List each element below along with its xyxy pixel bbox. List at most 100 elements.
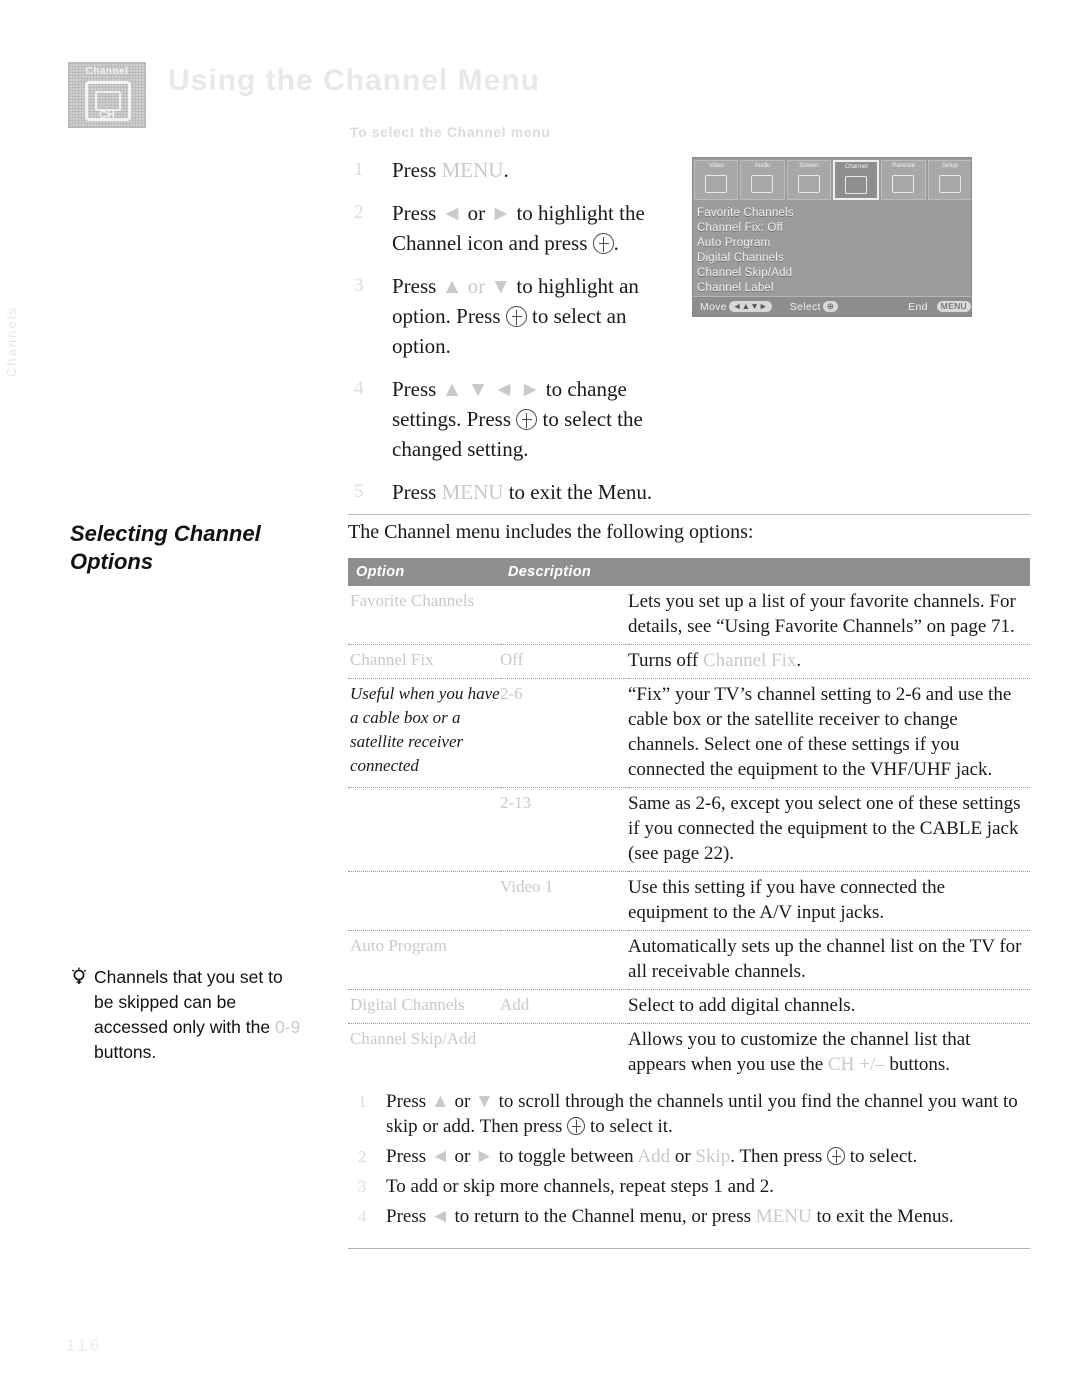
faded-button-label: MENU: [441, 480, 504, 504]
tv-select-key-icon: ⊕: [822, 301, 839, 312]
substep-list: 1 Press ▲ or ▼ to scroll through the chan…: [348, 1082, 1030, 1239]
tv-menu-item: Auto Program: [697, 237, 771, 249]
option-label: Favorite Channels: [350, 591, 475, 610]
faded-button-label: Add: [637, 1146, 671, 1167]
table-cell-description: Allows you to customize the channel list…: [628, 1023, 1031, 1082]
table-cell-description: Same as 2-6, except you select one of th…: [628, 787, 1031, 872]
tip-note-text: Channels that you set to be skipped can …: [94, 967, 301, 1062]
tip-note: Channels that you set to be skipped can …: [70, 965, 306, 1065]
step-number: 3: [354, 275, 364, 296]
tv-menu-icon-label: Parental: [892, 162, 915, 169]
table-row: Video 1 Use this setting if you have conn…: [348, 871, 1031, 931]
step-number: 1: [354, 159, 364, 180]
tv-menu-icon-parental: Parental: [881, 160, 926, 200]
option-value: 2-13: [500, 793, 532, 812]
tv-menu-icon-setup: Setup: [927, 160, 971, 200]
substep-number: 1: [358, 1092, 367, 1111]
section-heading-line2: Options: [70, 549, 154, 574]
section-heading-line1: Selecting Channel: [70, 521, 261, 546]
tv-menu-icon-art: [938, 175, 961, 193]
substep-number: 2: [358, 1147, 367, 1166]
tv-end-key-icon: MENU: [936, 301, 971, 312]
option-label: Digital Channels: [350, 995, 465, 1014]
table-cell-description: Lets you set up a list of your favorite …: [628, 591, 1016, 637]
tv-menu-icon-art: [751, 175, 774, 193]
tv-menu-icon-art: [892, 175, 915, 193]
tv-menu-icon-audio: Audio: [740, 160, 785, 200]
tv-menu-icon-screen: Screen: [786, 160, 831, 200]
table-row: Auto Program Automatically sets up the ch…: [348, 930, 1031, 990]
intro-step: 5 Press MENU to exit the Menu.: [350, 477, 670, 507]
table-substeps-row: 1 Press ▲ or ▼ to scroll through the chan…: [348, 1082, 1030, 1239]
tv-menu-screenshot: Video Audio Screen Channel Parental Setup Fav…: [692, 157, 972, 317]
option-label: Channel Skip/Add: [350, 1029, 477, 1048]
enter-key-icon: [505, 306, 527, 327]
table-cell-value: [500, 930, 628, 990]
option-value: 2-6: [500, 684, 523, 703]
page-header: Channel CH Using the Channel Menu: [68, 58, 1040, 138]
intro-step: 2 Press ◄ or ► to highlight the Channel i…: [350, 198, 670, 258]
tv-menu-item: Favorite Channels: [697, 207, 794, 219]
tv-select-label: Select: [789, 300, 821, 313]
faded-inline-term: Channel Fix: [702, 650, 797, 671]
table-cell-description: Automatically sets up the channel list o…: [628, 930, 1031, 990]
faded-button-label: ▲ ▼ ◄ ►: [441, 377, 541, 401]
enter-key-icon: [516, 409, 538, 430]
step-number: 5: [354, 481, 364, 502]
table-cell-option: Digital Channels: [348, 989, 500, 1024]
faded-button-label: 0-9: [274, 1017, 301, 1037]
table-cell-value: [500, 586, 628, 645]
table-cell-description: Turns off Channel Fix.: [628, 644, 1031, 679]
enter-key-icon: [827, 1147, 846, 1165]
table-cell-description: “Fix” your TV’s channel setting to 2-6 a…: [628, 678, 1031, 788]
tv-menu-item: Digital Channels: [697, 252, 784, 264]
substep-number: 4: [358, 1207, 367, 1226]
table-cell-value: [500, 1023, 628, 1082]
faded-button-label: ►: [490, 201, 512, 225]
table-cell-option: [348, 787, 500, 872]
tv-menu-icon-channel: Channel: [832, 160, 880, 200]
faded-button-label: ▲ or ▼: [441, 274, 512, 298]
tv-move-keys-icon: ◄▲▼►: [728, 301, 772, 312]
substep: 1 Press ▲ or ▼ to scroll through the chan…: [358, 1091, 1018, 1137]
tv-menu-icon-label: Setup: [941, 162, 958, 169]
tv-menu-item-list: Favorite Channels Channel Fix: Off Auto Pr…: [697, 206, 969, 296]
tv-menu-item: Channel Label: [697, 282, 774, 294]
substep: 4 Press ◄ to return to the Channel menu, …: [358, 1206, 954, 1227]
tv-menu-icon-label: Screen: [799, 162, 819, 169]
substep: 3 To add or skip more channels, repeat st…: [358, 1176, 775, 1197]
option-value: Off: [500, 650, 524, 669]
faded-button-label: ◄: [430, 1146, 450, 1167]
tv-menu-icon-art: [845, 176, 868, 194]
enter-key-icon: [567, 1117, 586, 1135]
tv-menu-icon-video: Video: [694, 160, 739, 200]
table-row: Channel Skip/Add Allows you to customize …: [348, 1023, 1031, 1082]
tv-menu-icon-art: [797, 175, 820, 193]
faded-button-label: Skip: [695, 1146, 731, 1167]
intro-step: 1 Press MENU.: [350, 155, 670, 185]
faded-button-label: MENU: [755, 1206, 812, 1227]
table-header-description: Description: [500, 558, 1031, 586]
table-cell-option: Channel Fix: [348, 644, 500, 679]
table-cell-value: Video 1: [500, 871, 628, 931]
faded-button-label: MENU: [441, 158, 504, 182]
channel-menu-icon: Channel CH: [68, 62, 146, 128]
table-cell-option: Favorite Channels: [348, 586, 500, 645]
tv-menu-icon-art: [705, 175, 728, 193]
substep: 2 Press ◄ or ► to toggle between Add or S…: [358, 1146, 918, 1167]
channel-options-table: Option Description Favorite Channels Lets…: [348, 558, 1031, 1239]
option-label: Auto Program: [350, 936, 447, 955]
substep-number: 3: [358, 1177, 367, 1196]
tv-end-label: End: [908, 300, 928, 313]
table-row: Channel Fix Off Turns off Channel Fix.: [348, 644, 1031, 679]
tv-menu-item: Channel Skip/Add: [697, 267, 793, 279]
channel-badge-label: Channel: [85, 66, 129, 77]
steps-heading: To select the Channel menu: [350, 124, 551, 140]
manual-page: Channels Channel CH Using the Channel Me…: [0, 0, 1080, 1397]
option-label: Channel Fix: [350, 650, 434, 669]
tv-menu-icon-bar: Video Audio Screen Channel Parental Setup: [693, 158, 971, 202]
option-value: Video 1: [500, 877, 554, 896]
table-cell-description: Use this setting if you have connected t…: [628, 871, 1031, 931]
tv-menu-icon-label: Channel: [844, 163, 868, 170]
step-number: 2: [354, 202, 364, 223]
